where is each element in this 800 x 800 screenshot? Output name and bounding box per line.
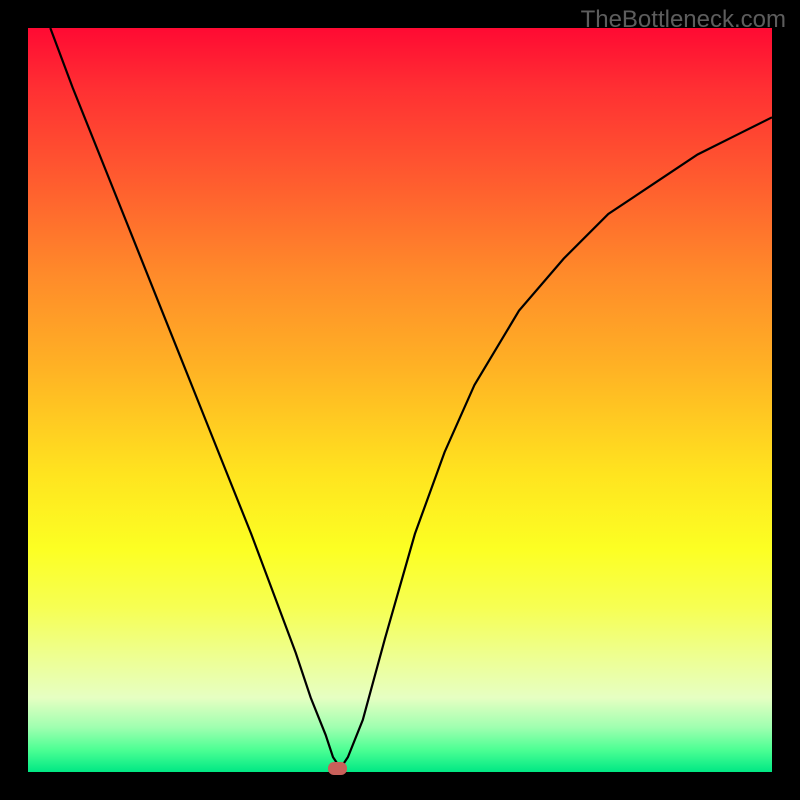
optimum-marker	[328, 762, 347, 775]
bottleneck-curve	[28, 28, 772, 772]
watermark-text: TheBottleneck.com	[581, 6, 786, 34]
curve-path	[50, 28, 772, 768]
plot-area	[28, 28, 772, 772]
chart-frame	[0, 0, 800, 800]
